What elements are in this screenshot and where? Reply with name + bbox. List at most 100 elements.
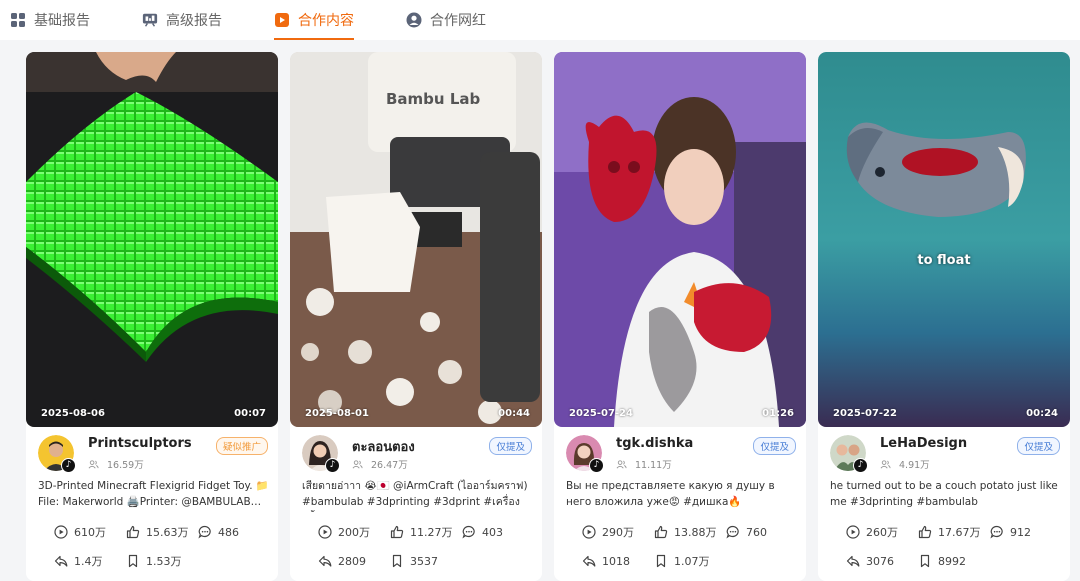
author-name[interactable]: Printsculptors <box>88 436 192 451</box>
fans-count: 16.59万 <box>88 457 144 471</box>
author-row: ♪ ตะลอนตอง 26.47万 仅提及 <box>302 435 532 473</box>
tab-label: 合作网红 <box>430 13 486 29</box>
fans-value: 26.47万 <box>371 460 408 471</box>
report-tabs: 基础报告 高级报告 合作内容 合作网红 <box>0 0 1080 40</box>
tab-cooperation-influencer[interactable]: 合作网红 <box>406 0 486 40</box>
comment-count: 912 <box>990 525 1031 539</box>
fans-count: 26.47万 <box>352 457 408 471</box>
comment-count: 760 <box>726 525 767 539</box>
like-count: 13.88万 <box>654 525 717 539</box>
play-icon <box>318 525 332 539</box>
video-description: เสียดายอ่าาา 😭🇯🇵 @iArmCraft (ไออาร์มคราฟ… <box>302 480 528 508</box>
svg-text:Bambu Lab: Bambu Lab <box>386 90 481 108</box>
author-row: ♪ tgk.dishka 11.11万 仅提及 <box>566 435 796 473</box>
comment-icon <box>462 525 475 539</box>
play-count: 200万 <box>318 525 370 539</box>
comment-icon <box>726 525 739 539</box>
share-count: 1.4万 <box>54 554 103 568</box>
video-thumbnail[interactable]: 2025-08-06 00:07 <box>26 52 278 427</box>
bookmark-icon <box>920 554 930 568</box>
mention-tag: 仅提及 <box>489 437 532 455</box>
video-duration: 00:07 <box>234 408 266 419</box>
publish-date: 2025-08-01 <box>305 408 369 419</box>
author-name[interactable]: tgk.dishka <box>616 436 693 451</box>
content-card[interactable]: 2025-07-24 01:26 ♪ tgk.dishka 11.11万 仅提及… <box>554 52 806 581</box>
comment-count: 403 <box>462 525 503 539</box>
tiktok-icon: ♪ <box>853 458 868 473</box>
share-icon <box>54 555 68 567</box>
save-count: 3537 <box>390 554 438 568</box>
promotion-tag: 疑似推广 <box>215 437 268 455</box>
people-icon <box>880 459 891 468</box>
like-count: 15.63万 <box>126 525 189 539</box>
save-count: 1.53万 <box>126 554 182 568</box>
thumbnail-image: Bambu Lab <box>290 52 542 427</box>
video-duration: 01:26 <box>762 408 794 419</box>
video-thumbnail[interactable]: Bambu Lab 2025-08-01 00:44 <box>290 52 542 427</box>
share-count: 2809 <box>318 554 366 568</box>
tiktok-icon: ♪ <box>589 458 604 473</box>
mention-tag: 仅提及 <box>753 437 796 455</box>
comment-count: 486 <box>198 525 239 539</box>
tab-label: 高级报告 <box>166 13 222 29</box>
play-count: 260万 <box>846 525 898 539</box>
thumbs-up-icon <box>390 525 404 539</box>
tiktok-icon: ♪ <box>325 458 340 473</box>
grid-icon <box>11 13 25 27</box>
fans-value: 4.91万 <box>899 460 930 471</box>
fans-count: 4.91万 <box>880 457 930 471</box>
play-icon <box>846 525 860 539</box>
play-count: 610万 <box>54 525 106 539</box>
thumbs-up-icon <box>654 525 668 539</box>
publish-date: 2025-08-06 <box>41 408 105 419</box>
author-name[interactable]: ตะลอนตอง <box>352 436 415 457</box>
people-icon <box>616 459 627 468</box>
video-icon <box>275 13 289 27</box>
content-card[interactable]: Bambu Lab 2025-08-01 00:44 ♪ ตะลอนตอง 26… <box>290 52 542 581</box>
thumbs-up-icon <box>918 525 932 539</box>
thumbnail-image <box>26 52 278 427</box>
thumbs-up-icon <box>126 525 140 539</box>
fans-value: 11.11万 <box>635 460 672 471</box>
play-icon <box>582 525 596 539</box>
tab-basic-report[interactable]: 基础报告 <box>10 0 90 40</box>
author-name[interactable]: LeHaDesign <box>880 436 967 451</box>
share-icon <box>846 555 860 567</box>
video-description: Вы не представляете какую я душу в него … <box>566 480 775 508</box>
tab-label: 基础报告 <box>34 13 90 29</box>
comment-icon <box>990 525 1003 539</box>
share-count: 1018 <box>582 554 630 568</box>
content-card[interactable]: to float 2025-07-22 00:24 ♪ LeHaDesign 4… <box>818 52 1070 581</box>
like-count: 11.27万 <box>390 525 453 539</box>
author-row: ♪ Printsculptors 16.59万 疑似推广 <box>38 435 268 473</box>
author-row: ♪ LeHaDesign 4.91万 仅提及 <box>830 435 1060 473</box>
thumbnail-image <box>554 52 806 427</box>
video-thumbnail[interactable]: to float 2025-07-22 00:24 <box>818 52 1070 427</box>
play-count: 290万 <box>582 525 634 539</box>
save-count: 8992 <box>918 554 966 568</box>
people-icon <box>88 459 99 468</box>
report-icon <box>142 13 158 27</box>
thumbnail-image <box>818 52 1070 427</box>
play-icon <box>54 525 68 539</box>
tab-advanced-report[interactable]: 高级报告 <box>142 0 222 40</box>
fans-value: 16.59万 <box>107 460 144 471</box>
share-icon <box>318 555 332 567</box>
people-icon <box>352 459 363 468</box>
bookmark-icon <box>656 554 666 568</box>
publish-date: 2025-07-24 <box>569 408 633 419</box>
tiktok-icon: ♪ <box>61 458 76 473</box>
video-caption-overlay: to float <box>917 253 971 268</box>
like-count: 17.67万 <box>918 525 981 539</box>
video-duration: 00:44 <box>498 408 530 419</box>
mention-tag: 仅提及 <box>1017 437 1060 455</box>
share-icon <box>582 555 596 567</box>
video-duration: 00:24 <box>1026 408 1058 419</box>
tab-cooperation-content[interactable]: 合作内容 <box>274 0 354 40</box>
fans-count: 11.11万 <box>616 457 672 471</box>
content-card[interactable]: 2025-08-06 00:07 ♪ Printsculptors 16.59万… <box>26 52 278 581</box>
publish-date: 2025-07-22 <box>833 408 897 419</box>
tab-label: 合作内容 <box>298 13 354 29</box>
video-thumbnail[interactable]: 2025-07-24 01:26 <box>554 52 806 427</box>
video-description: he turned out to be a couch potato just … <box>830 480 1058 508</box>
